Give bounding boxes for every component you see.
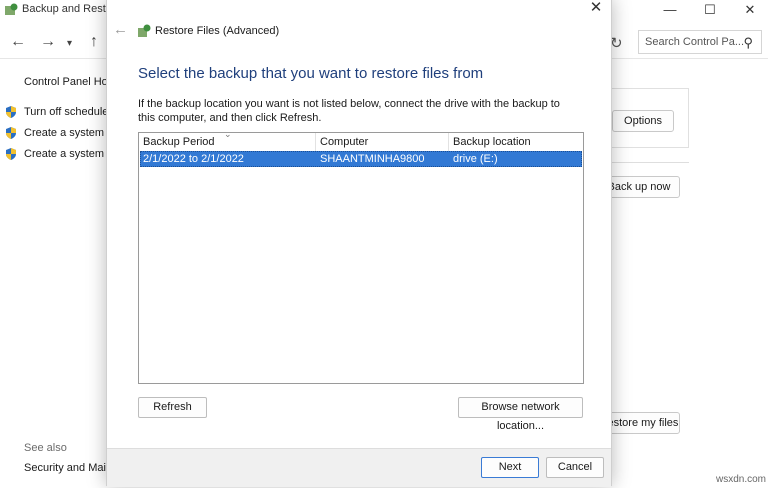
browse-network-location-button[interactable]: Browse network location... xyxy=(458,397,583,432)
column-header-backup-period[interactable]: Backup Period xyxy=(143,136,215,148)
column-header-backup-location[interactable]: Backup location xyxy=(453,136,531,148)
cell-computer: SHAANTMINHA9800 xyxy=(320,153,425,165)
restore-files-dialog: ✕ ← Restore Files (Advanced) Select the … xyxy=(106,0,612,487)
shield-icon xyxy=(6,127,16,139)
cell-backup-location: drive (E:) xyxy=(453,153,498,165)
section-divider xyxy=(605,162,689,163)
up-arrow-icon[interactable]: ↑ xyxy=(90,33,98,51)
backup-list[interactable]: ⌄ Backup Period Computer Backup location… xyxy=(138,129,584,384)
column-divider[interactable] xyxy=(315,133,316,151)
page-heading: Select the backup that you want to resto… xyxy=(138,65,484,82)
close-window-button[interactable]: ✕ xyxy=(730,0,768,20)
see-also-heading: See also xyxy=(24,442,67,454)
maximize-button[interactable]: ☐ xyxy=(690,0,730,20)
instruction-text: If the backup location you want is not l… xyxy=(138,98,560,124)
next-button[interactable]: Next xyxy=(481,457,539,478)
dialog-footer: Next Cancel xyxy=(107,448,611,487)
create-repair-disc-link[interactable]: Create a system repair disc xyxy=(24,148,106,160)
cancel-button[interactable]: Cancel xyxy=(546,457,604,478)
column-header-computer[interactable]: Computer xyxy=(320,136,368,148)
refresh-button[interactable]: Refresh xyxy=(138,397,207,418)
restore-files-icon xyxy=(138,24,151,37)
security-maintenance-link[interactable]: Security and Maintenance xyxy=(24,462,106,474)
forward-arrow-icon[interactable]: → xyxy=(40,33,56,51)
minimize-button[interactable]: — xyxy=(650,0,690,20)
table-row-selected[interactable]: 2/1/2022 to 2/1/2022 SHAANTMINHA9800 dri… xyxy=(140,151,582,167)
turn-off-schedule-link[interactable]: Turn off schedule xyxy=(24,106,108,118)
create-system-image-link[interactable]: Create a system image xyxy=(24,127,106,139)
watermark: wsxdn.com xyxy=(716,474,767,485)
back-arrow-icon[interactable]: ← xyxy=(113,21,128,38)
search-icon: ⚲ xyxy=(743,35,753,50)
options-button[interactable]: Options xyxy=(612,110,674,132)
search-placeholder: Search Control Pa... xyxy=(645,36,745,48)
shield-icon xyxy=(6,106,16,118)
column-divider[interactable] xyxy=(448,133,449,151)
close-icon[interactable]: ✕ xyxy=(585,0,607,19)
sort-chevron-icon: ⌄ xyxy=(224,129,232,139)
shield-icon xyxy=(6,148,16,160)
cell-backup-period: 2/1/2022 to 2/1/2022 xyxy=(143,153,244,165)
recent-locations-chevron-icon[interactable]: ▾ xyxy=(67,38,72,49)
list-header: ⌄ Backup Period Computer Backup location xyxy=(139,129,583,151)
backup-restore-app-icon xyxy=(5,3,18,15)
back-arrow-icon[interactable]: ← xyxy=(10,33,26,51)
dialog-title: Restore Files (Advanced) xyxy=(155,25,280,37)
search-input[interactable]: Search Control Pa... ⚲ xyxy=(638,30,762,54)
